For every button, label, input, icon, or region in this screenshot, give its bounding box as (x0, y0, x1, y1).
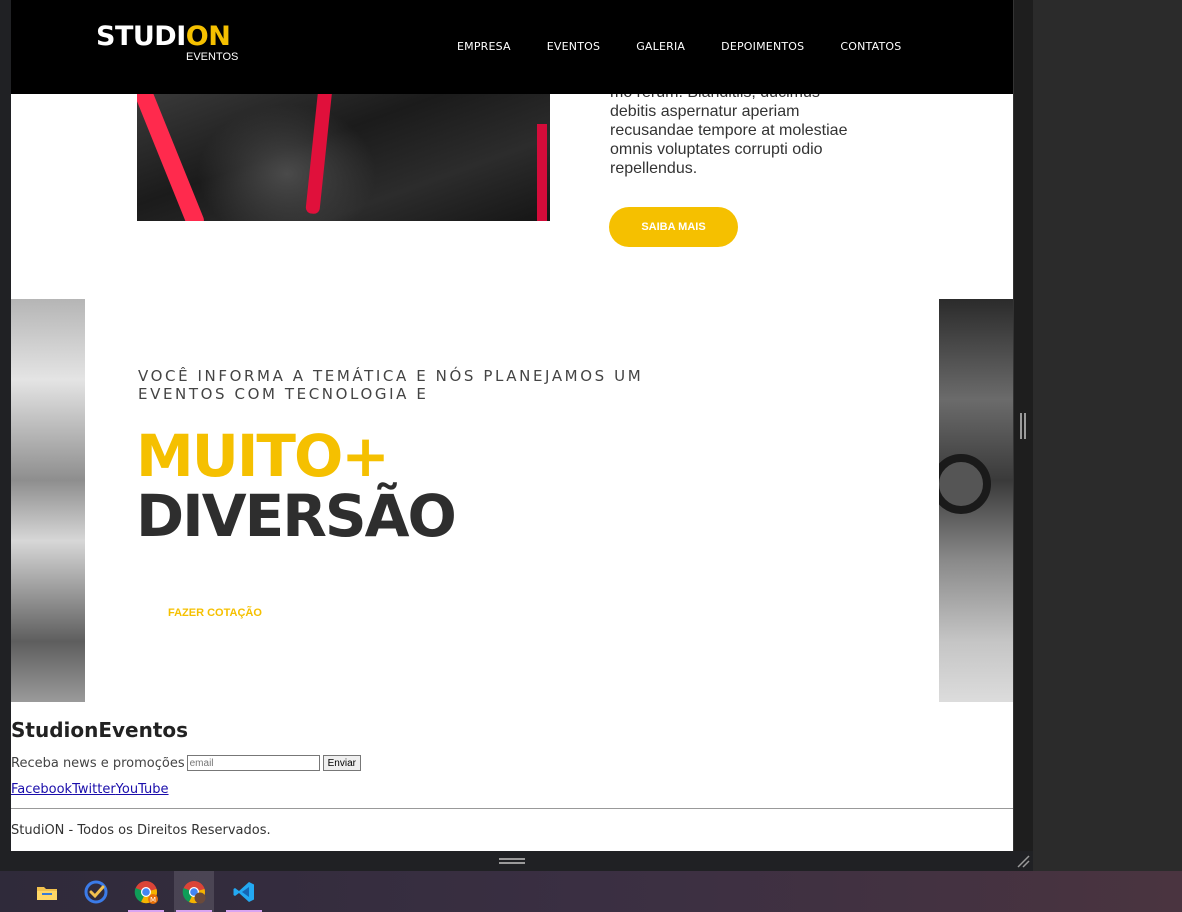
hero-background-left (11, 299, 85, 702)
chrome-profile-icon[interactable] (174, 871, 214, 912)
vscode-icon[interactable] (224, 871, 264, 912)
fazer-cotacao-button[interactable]: FAZER COTAÇÃO (168, 607, 262, 619)
file-explorer-icon[interactable] (27, 871, 67, 912)
youtube-link[interactable]: YouTube (116, 782, 169, 797)
background-wheel (931, 454, 991, 514)
newsletter-form: Receba news e promoções Enviar (11, 755, 361, 771)
site-logo[interactable]: STUDION EVENTOS (96, 21, 238, 64)
twitter-link[interactable]: Twitter (72, 782, 116, 797)
logo-wordmark: STUDION (96, 21, 231, 52)
chrome-icon[interactable]: M (126, 871, 166, 912)
site-header: STUDION EVENTOS EMPRESA EVENTOS GALERIA … (11, 0, 1013, 94)
site-footer: StudionEventos Receba news e promoções E… (11, 702, 1013, 851)
logo-subtitle: EVENTOS (186, 51, 239, 63)
side-panel (1033, 0, 1182, 871)
taskbar: M (0, 871, 1182, 912)
window-left-edge (0, 0, 11, 871)
horizontal-resize-handle[interactable] (499, 858, 525, 864)
page-viewport: STUDION EVENTOS EMPRESA EVENTOS GALERIA … (11, 0, 1013, 851)
nav-link-empresa[interactable]: EMPRESA (457, 40, 511, 53)
hero-headline: DIVERSÃO (136, 482, 457, 550)
logo-accent-text: ON (185, 21, 231, 52)
nav-link-depoimentos[interactable]: DEPOIMENTOS (721, 40, 804, 53)
logo-main-text: STUDI (96, 21, 186, 52)
hero-kicker: VOCÊ INFORMA A TEMÁTICA E NÓS PLANEJAMOS… (138, 367, 644, 403)
svg-text:M: M (150, 896, 156, 904)
todo-icon[interactable] (76, 871, 116, 912)
footer-brand: StudionEventos (11, 718, 189, 742)
facebook-link[interactable]: Facebook (11, 782, 72, 797)
email-field[interactable] (186, 755, 320, 771)
corner-resize-icon[interactable] (1016, 854, 1030, 868)
hero-headline-accent: MUITO+ (136, 422, 390, 490)
nav-link-contatos[interactable]: CONTATOS (840, 40, 901, 53)
about-description: mo rerum. Blanditiis, ducimus debitis as… (610, 84, 848, 177)
vertical-resize-handle[interactable] (1020, 413, 1026, 439)
saiba-mais-button[interactable]: SAIBA MAIS (609, 207, 738, 247)
footer-divider (11, 808, 1013, 809)
nav-link-eventos[interactable]: EVENTOS (547, 40, 600, 53)
about-photo (137, 94, 550, 221)
enviar-button[interactable]: Enviar (322, 755, 361, 771)
copyright-text: StudiON - Todos os Direitos Reservados. (11, 823, 271, 838)
hero-section: VOCÊ INFORMA A TEMÁTICA E NÓS PLANEJAMOS… (11, 299, 1013, 702)
newsletter-label: Receba news e promoções (11, 755, 185, 771)
hero-panel: VOCÊ INFORMA A TEMÁTICA E NÓS PLANEJAMOS… (85, 299, 939, 702)
nav-link-galeria[interactable]: GALERIA (636, 40, 685, 53)
social-links: FacebookTwitterYouTube (11, 782, 169, 797)
about-section: mo rerum. Blanditiis, ducimus debitis as… (11, 84, 1013, 299)
main-nav: EMPRESA EVENTOS GALERIA DEPOIMENTOS CONT… (457, 40, 901, 53)
